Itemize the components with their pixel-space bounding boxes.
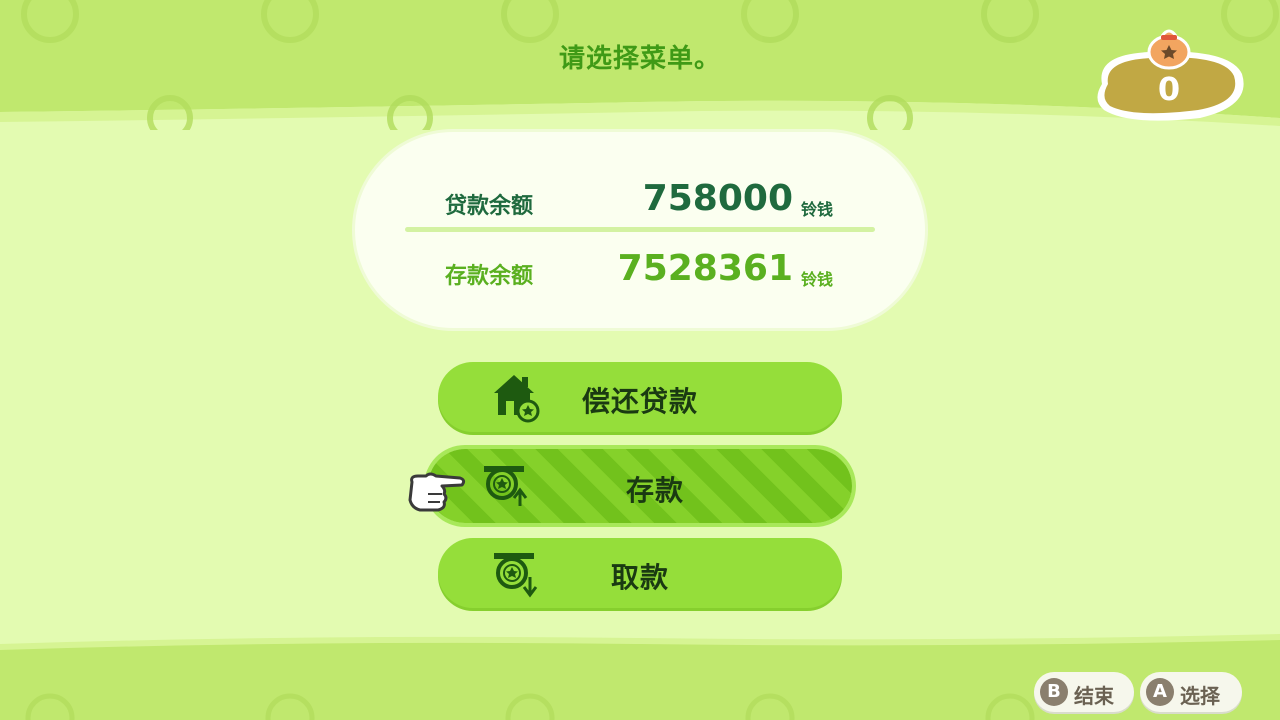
page-title: 请选择菜单。 <box>558 44 721 74</box>
savings-balance-unit: 铃钱 <box>801 270 834 289</box>
deposit-button[interactable]: 存款 <box>428 449 852 523</box>
withdraw-label: 取款 <box>610 561 669 594</box>
pointer-hand-icon <box>408 472 466 512</box>
savings-balance-label: 存款余额 <box>445 264 534 289</box>
bells-counter: 0 <box>1090 29 1248 126</box>
hint-b-label: 结束 <box>1074 684 1114 708</box>
savings-balance-row: 存款余额 7528361 铃钱 <box>355 246 925 306</box>
bell-bag-icon <box>1147 29 1191 70</box>
deposit-label: 存款 <box>625 474 684 507</box>
loan-balance-unit: 铃钱 <box>801 200 834 219</box>
b-button-icon: B <box>1040 678 1068 706</box>
repay-loan-button[interactable]: 偿还贷款 <box>438 362 842 432</box>
loan-balance-label: 贷款余额 <box>445 194 534 219</box>
savings-balance-value: 7528361 <box>617 248 793 289</box>
hint-a-select[interactable]: A 选择 <box>1140 672 1242 712</box>
repay-loan-label: 偿还贷款 <box>581 385 698 418</box>
hint-b-end[interactable]: B 结束 <box>1034 672 1134 712</box>
bells-value: 0 <box>1157 70 1181 108</box>
a-button-icon: A <box>1146 678 1174 706</box>
balance-divider <box>405 227 875 232</box>
balance-panel: 贷款余额 758000 铃钱 存款余额 7528361 铃钱 <box>355 132 925 328</box>
loan-balance-value: 758000 <box>642 178 793 219</box>
hint-a-label: 选择 <box>1180 684 1220 708</box>
withdraw-button[interactable]: 取款 <box>438 538 842 608</box>
